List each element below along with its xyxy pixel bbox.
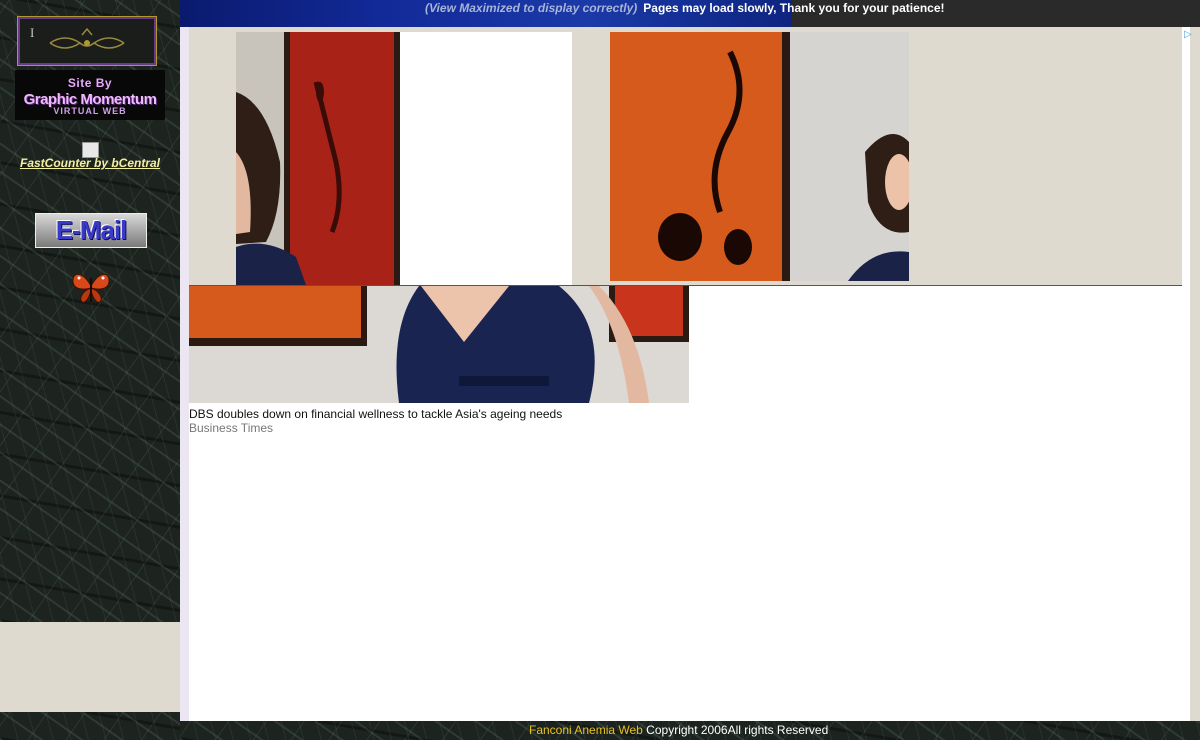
ad-photo-right[interactable] (610, 32, 909, 281)
site-by-badge[interactable]: Site By Graphic Momentum VIRTUAL WEB (15, 70, 165, 120)
email-button[interactable]: E-Mail (35, 213, 147, 248)
slow-load-note: Pages may load slowly, Thank you for you… (643, 1, 945, 15)
butterfly-icon[interactable] (70, 268, 112, 306)
ad-choices-icon[interactable]: ▷ (1184, 30, 1192, 40)
fastcounter-link[interactable]: FastCounter by bCentral (20, 156, 160, 170)
content-left-stripe (180, 27, 189, 721)
footer-copyright: Copyright 2006All rights Reserved (642, 723, 829, 737)
svg-text:I: I (30, 25, 34, 40)
email-button-label: E-Mail (55, 215, 128, 245)
view-maximized-note: (View Maximized to display correctly) (425, 1, 638, 15)
footer-brand: Fanconi Anemia Web (529, 723, 643, 737)
footer-text: Fanconi Anemia Web Copyright 2006All rig… (529, 721, 828, 740)
ad-blank-area (400, 32, 572, 285)
left-sidebar: I Site By Graphic Momentum VIRTUAL WEB F… (0, 0, 180, 622)
banner-text: (View Maximized to display correctly) Pag… (425, 0, 945, 16)
ornament-logo: I (17, 16, 157, 66)
sidebar-marble-strip (0, 712, 180, 740)
ad-photo-left-image (236, 32, 400, 285)
article-source: Business Times (189, 421, 274, 435)
ornament-logo-icon: I (30, 25, 125, 49)
article-title[interactable]: DBS doubles down on financial wellness t… (189, 407, 562, 421)
content-right-edge (1190, 27, 1200, 721)
article-photo[interactable] (189, 286, 689, 403)
top-banner: (View Maximized to display correctly) Pag… (180, 0, 1200, 27)
site-by-label: Site By (67, 76, 113, 90)
footer: Fanconi Anemia Web Copyright 2006All rig… (180, 721, 1200, 740)
ad-photo-left[interactable] (236, 32, 400, 285)
article-photo-image (189, 286, 689, 403)
ad-photo-right-image (610, 32, 909, 281)
sidebar-gap (0, 622, 180, 712)
